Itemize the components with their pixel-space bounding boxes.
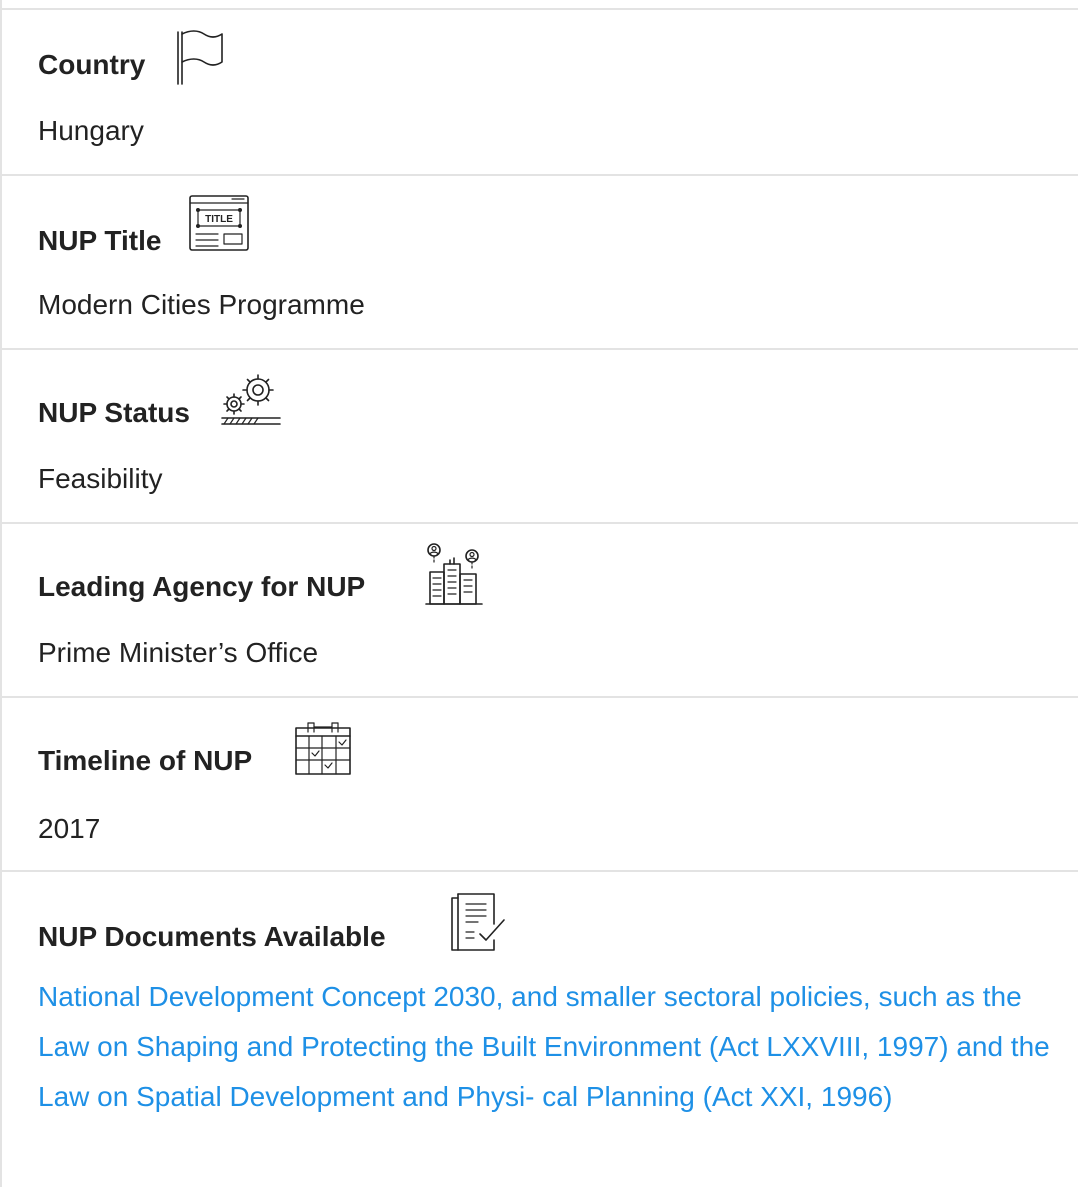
- leading-agency-value: Prime Minister’s Office: [38, 637, 319, 668]
- calendar-icon: [295, 722, 351, 775]
- nup-status-label: NUP Status: [38, 397, 190, 428]
- title-icon: TITLE: [189, 195, 249, 251]
- title-icon-text: TITLE: [205, 214, 233, 225]
- timeline-value: 2017: [38, 813, 101, 844]
- flag-icon: [177, 30, 223, 85]
- country-row: Country Hungary: [2, 8, 1078, 174]
- nup-title-row: NUP Title TITLE Modern Cities Programme: [2, 174, 1078, 348]
- country-label: Country: [38, 49, 146, 80]
- nup-title-value: Modern Cities Programme: [38, 289, 365, 320]
- documents-label: NUP Documents Available: [38, 921, 386, 952]
- nup-status-value: Feasibility: [38, 463, 163, 494]
- country-value: Hungary: [38, 115, 144, 146]
- document-check-icon: [451, 893, 505, 951]
- buildings-people-icon: [425, 543, 483, 605]
- timeline-label: Timeline of NUP: [38, 745, 253, 776]
- nup-info-card: Country Hungary NUP Title TITLE Modern C…: [0, 0, 1078, 1187]
- nup-title-label: NUP Title: [38, 225, 162, 256]
- leading-agency-row: Leading Agency for NUP Prime Minister’s …: [2, 522, 1078, 696]
- gears-progress-icon: [221, 374, 281, 425]
- timeline-row: Timeline of NUP 2017: [2, 696, 1078, 870]
- documents-row: NUP Documents Available National Develop…: [2, 870, 1078, 1187]
- nup-status-row: NUP Status Feasibility: [2, 348, 1078, 522]
- leading-agency-label: Leading Agency for NUP: [38, 571, 366, 602]
- documents-link[interactable]: National Development Concept 2030, and s…: [38, 972, 1078, 1122]
